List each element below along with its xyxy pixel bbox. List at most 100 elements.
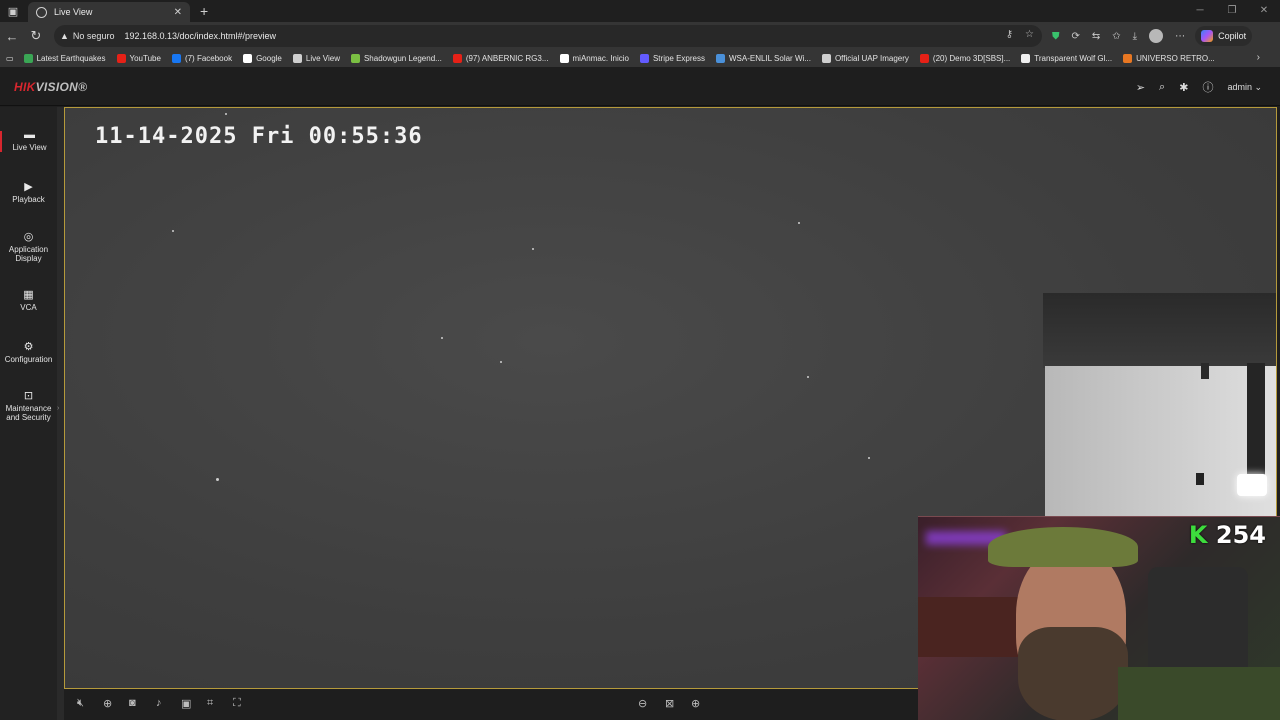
tab-favicon-icon bbox=[36, 6, 47, 18]
close-window-icon[interactable]: ✕ bbox=[1248, 0, 1280, 22]
bookmark-label: UNIVERSO RETRO... bbox=[1136, 54, 1215, 63]
streamer-cap bbox=[988, 527, 1138, 567]
bookmark-item[interactable]: Official UAP Imagery bbox=[821, 54, 909, 63]
bookmark-item[interactable]: (20) Demo 3D[SBS]... bbox=[919, 54, 1011, 63]
bookmark-label: Google bbox=[256, 54, 282, 63]
mute-icon[interactable]: 🔇︎ bbox=[77, 697, 84, 710]
browser-tab-bar: ▣ Live View ✕ + ─ ❐ ✕ bbox=[0, 0, 1280, 22]
download-icon[interactable]: ⤓ bbox=[1133, 31, 1137, 42]
bookmark-item[interactable]: Google bbox=[243, 54, 282, 63]
snapshot-icon[interactable]: ◙ bbox=[129, 697, 136, 709]
bookmark-item[interactable]: miAnmac. Inicio bbox=[559, 54, 629, 63]
bookmark-item[interactable]: (7) Facebook bbox=[171, 54, 233, 63]
bookmark-item[interactable]: Transparent Wolf Gl... bbox=[1021, 54, 1112, 63]
bookmark-item[interactable]: UNIVERSO RETRO... bbox=[1123, 54, 1215, 63]
new-tab-button[interactable]: + bbox=[200, 3, 208, 19]
bookmark-favicon-icon bbox=[452, 54, 462, 63]
security-label[interactable]: No seguro bbox=[73, 31, 115, 41]
nav-maintenance-security[interactable]: ⊡ Maintenance and Security bbox=[0, 390, 57, 423]
previous-icon[interactable]: ⊖ bbox=[638, 697, 647, 710]
restore-icon[interactable]: ❐ bbox=[1216, 0, 1248, 22]
back-icon[interactable]: ← bbox=[0, 29, 24, 44]
warning-icon[interactable]: ▲ bbox=[60, 31, 69, 41]
bookmark-label: miAnmac. Inicio bbox=[572, 54, 629, 63]
info-icon[interactable]: ⓘ bbox=[1202, 79, 1213, 95]
bookmark-favicon-icon bbox=[171, 54, 181, 63]
url-text[interactable]: 192.168.0.13/doc/index.html#/preview bbox=[124, 31, 276, 41]
omnibox[interactable]: ▲ No seguro 192.168.0.13/doc/index.html#… bbox=[54, 25, 1042, 47]
shield-extension-icon[interactable]: ⛊ bbox=[1052, 31, 1060, 42]
browser-tab[interactable]: Live View ✕ bbox=[28, 2, 190, 22]
star bbox=[807, 376, 809, 378]
bookmark-item[interactable]: Live View bbox=[292, 54, 340, 63]
bookmark-favicon-icon bbox=[23, 54, 33, 63]
building-roof bbox=[1043, 293, 1276, 368]
copilot-icon bbox=[1201, 30, 1214, 42]
record-icon[interactable]: ▣ bbox=[181, 697, 191, 710]
bookmark-favicon-icon bbox=[821, 54, 831, 63]
send-icon[interactable]: ➢ bbox=[1136, 81, 1145, 94]
nav-playback[interactable]: ▶ Playback bbox=[0, 182, 57, 205]
focus-icon[interactable]: ⌗ bbox=[207, 697, 213, 710]
search-icon[interactable]: ⌕ bbox=[1159, 81, 1165, 94]
bookmark-label: Latest Earthquakes bbox=[36, 54, 106, 63]
bookmark-label: (7) Facebook bbox=[184, 54, 233, 63]
star bbox=[441, 337, 443, 339]
minimize-icon[interactable]: ─ bbox=[1184, 0, 1216, 22]
nav-collapse-handle[interactable]: › bbox=[57, 107, 64, 720]
user-menu[interactable]: admin ⌄ bbox=[1227, 82, 1262, 93]
zoom-icon[interactable]: ⊕ bbox=[103, 697, 112, 710]
bookmark-item[interactable]: Stripe Express bbox=[639, 54, 705, 63]
building-window bbox=[1201, 363, 1209, 379]
next-icon[interactable]: ⊕ bbox=[691, 697, 700, 710]
bookmark-favicon-icon bbox=[116, 54, 126, 63]
star bbox=[500, 361, 502, 363]
kick-icon: K bbox=[1188, 521, 1208, 549]
key-icon[interactable]: ⚷ bbox=[1006, 29, 1013, 40]
gaming-chair bbox=[1148, 567, 1248, 677]
stop-icon[interactable]: ⊠ bbox=[665, 697, 674, 710]
nav-live-view[interactable]: ▬ Live View bbox=[0, 129, 57, 152]
maintenance-icon: ⊡ bbox=[23, 390, 34, 402]
bookmark-item[interactable]: (97) ANBERNIC RG3... bbox=[452, 54, 549, 63]
bookmark-item[interactable]: YouTube bbox=[116, 54, 161, 63]
vca-icon: ▦ bbox=[23, 289, 34, 301]
star bbox=[216, 478, 219, 481]
bookmarks-folder-icon[interactable]: ▭ bbox=[6, 54, 14, 63]
reload-icon[interactable]: ↻ bbox=[24, 28, 48, 44]
bookmarks-bar: ▭ Latest Earthquakes YouTube (7) Facebook G… bbox=[0, 50, 1280, 67]
bookmark-label: Shadowgun Legend... bbox=[363, 54, 442, 63]
bookmark-item[interactable]: Latest Earthquakes bbox=[23, 54, 106, 63]
sync-icon[interactable]: ⇆ bbox=[1092, 31, 1100, 42]
tab-menu-icon[interactable]: ▣ bbox=[0, 0, 26, 22]
window-controls: ─ ❐ ✕ bbox=[1184, 0, 1280, 22]
microphone-icon[interactable]: ♪ bbox=[156, 697, 162, 709]
viewer-count: 254 bbox=[1215, 521, 1266, 549]
nav-configuration[interactable]: ⚙ Configuration bbox=[0, 341, 57, 365]
bookmark-item[interactable]: Shadowgun Legend... bbox=[350, 54, 442, 63]
osd-timestamp: 11-14-2025 Fri 00:55:36 bbox=[95, 124, 423, 149]
star bbox=[532, 248, 534, 250]
copilot-button[interactable]: Copilot bbox=[1195, 26, 1253, 46]
bookmark-label: (20) Demo 3D[SBS]... bbox=[932, 54, 1011, 63]
fullscreen-icon[interactable]: ⛶ bbox=[233, 697, 241, 710]
share-icon[interactable]: ✱ bbox=[1179, 81, 1188, 94]
bookmark-item[interactable]: WSA-ENLIL Solar Wi... bbox=[716, 54, 811, 63]
bookmark-star-icon[interactable]: ☆ bbox=[1025, 29, 1034, 40]
tab-close-icon[interactable]: ✕ bbox=[174, 7, 182, 18]
nav-application-display[interactable]: ◎ Application Display bbox=[0, 232, 57, 264]
gear-icon: ⚙ bbox=[23, 341, 34, 353]
bookmark-label: Stripe Express bbox=[652, 54, 705, 63]
more-icon[interactable]: ⋯ bbox=[1175, 31, 1185, 42]
bookmark-label: Official UAP Imagery bbox=[834, 54, 909, 63]
nav-vca[interactable]: ▦ VCA bbox=[0, 289, 57, 313]
bookmark-favicon-icon bbox=[243, 54, 253, 63]
profile-avatar[interactable] bbox=[1149, 29, 1164, 43]
live-view-icon: ▬ bbox=[24, 129, 35, 141]
bookmark-favicon-icon bbox=[1021, 54, 1031, 63]
viewer-count-badge: K 254 bbox=[1189, 521, 1266, 549]
extension-icon[interactable]: ⟳ bbox=[1072, 31, 1080, 42]
favorites-icon[interactable]: ✩ bbox=[1112, 31, 1120, 42]
bookmarks-overflow-icon[interactable]: › bbox=[1257, 52, 1260, 63]
bookmark-label: YouTube bbox=[129, 54, 161, 63]
